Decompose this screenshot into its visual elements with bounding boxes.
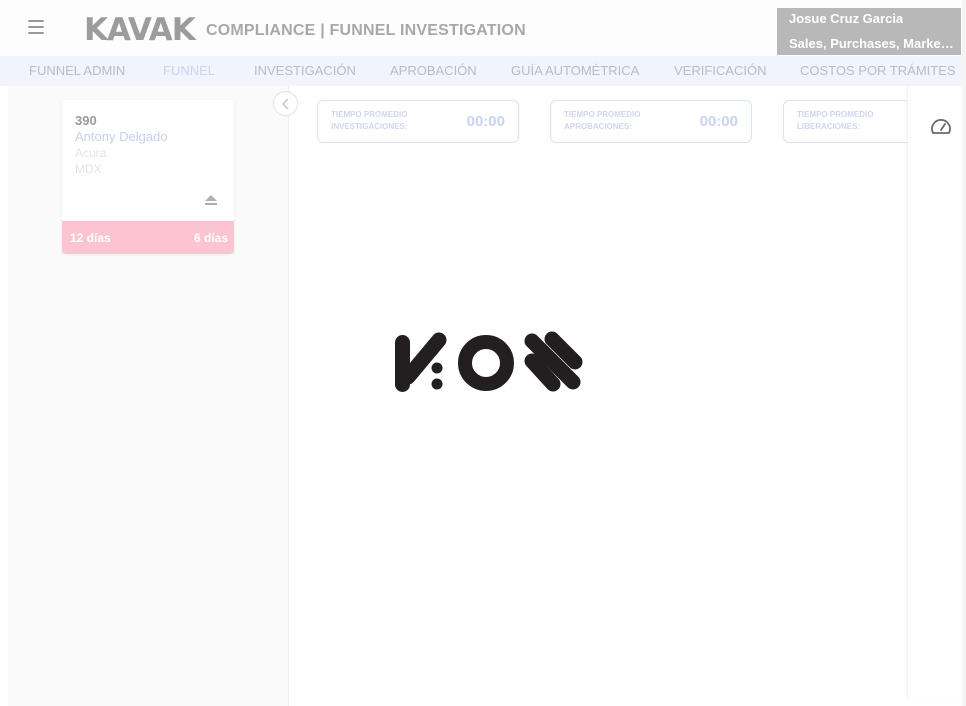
tab-aprobacion[interactable]: APROBACIÓN	[390, 63, 477, 78]
stat-label-line2: LIBERACIONES:	[797, 122, 861, 131]
tab-costos-por-tramites[interactable]: COSTOS POR TRÁMITES	[800, 63, 956, 78]
page-title: COMPLIANCE | FUNNEL INVESTIGATION	[206, 22, 526, 39]
card-id: 390	[75, 113, 97, 128]
card-client-name: Antony Delgado	[75, 129, 168, 144]
tab-funnel-admin[interactable]: FUNNEL ADMIN	[29, 63, 125, 78]
eject-icon[interactable]	[204, 194, 218, 206]
user-roles: Sales, Purchases, Marketing	[789, 36, 955, 51]
stat-label-line2: INVESTIGACIONES:	[331, 122, 408, 131]
kavak-logo: KAVAK	[84, 12, 196, 48]
tab-verificacion[interactable]: VERIFICACIÓN	[674, 63, 766, 78]
stat-label-line1: TIEMPO PROMEDIO	[797, 110, 874, 119]
stat-label-line2: APROBACIONES:	[564, 122, 633, 131]
user-menu[interactable]: Josue Cruz Garcia Sales, Purchases, Mark…	[777, 8, 961, 55]
collapse-column-button[interactable]	[273, 91, 298, 116]
stat-value: 00:00	[466, 113, 505, 130]
stat-value: 00:00	[699, 113, 738, 130]
stat-avg-approvals: TIEMPO PROMEDIO APROBACIONES: 00:00	[550, 100, 752, 143]
tab-funnel[interactable]: FUNNEL	[163, 63, 215, 78]
card-days-stage: 6 días	[193, 231, 228, 245]
card-car-model: MDX	[75, 162, 102, 176]
chevron-left-icon	[281, 98, 289, 110]
kos-logo-icon	[395, 331, 583, 392]
main-nav: FUNNEL ADMIN FUNNEL INVESTIGACIÓN APROBA…	[0, 56, 966, 86]
funnel-card[interactable]: 390 Antony Delgado Acura MDX 12 días 6 d…	[62, 100, 234, 254]
tab-guia-autometrica[interactable]: GUÍA AUTOMÉTRICA	[511, 63, 639, 78]
user-name: Josue Cruz Garcia	[789, 11, 904, 26]
tab-investigacion[interactable]: INVESTIGACIÓN	[254, 63, 356, 78]
stat-label-line1: TIEMPO PROMEDIO	[331, 110, 408, 119]
card-days-total: 12 días	[70, 231, 111, 245]
stat-label-line1: TIEMPO PROMEDIO	[564, 110, 641, 119]
stat-avg-investigations: TIEMPO PROMEDIO INVESTIGACIONES: 00:00	[317, 100, 519, 143]
side-panel	[907, 86, 963, 698]
scrollbar-track[interactable]	[962, 0, 966, 706]
card-days-bar: 12 días 6 días	[62, 221, 234, 254]
hamburger-menu-icon[interactable]	[28, 20, 44, 34]
app-header: KAVAK COMPLIANCE | FUNNEL INVESTIGATION …	[0, 0, 966, 56]
speedometer-icon[interactable]	[930, 118, 952, 136]
stat-avg-releases: TIEMPO PROMEDIO LIBERACIONES:	[783, 100, 923, 143]
card-car-make: Acura	[75, 146, 107, 160]
